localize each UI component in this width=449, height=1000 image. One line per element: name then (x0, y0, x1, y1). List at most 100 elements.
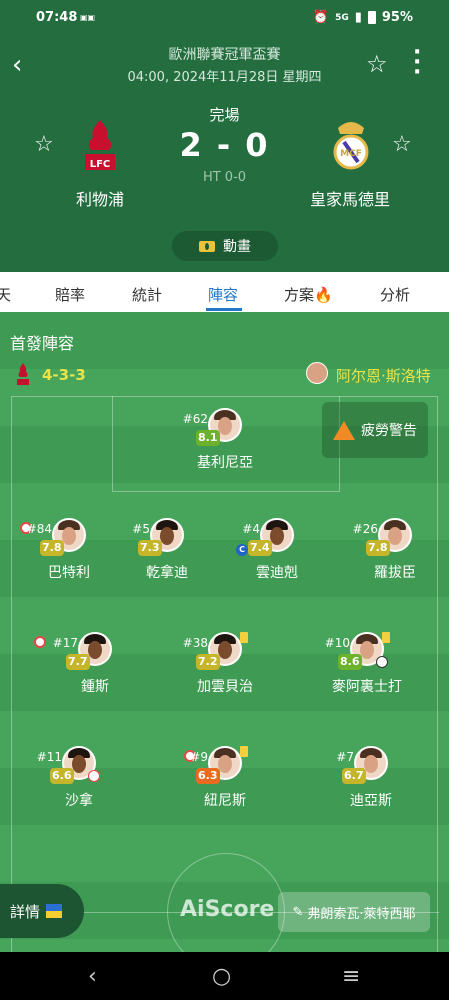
yellow-card-icon (240, 632, 248, 643)
fatigue-warning-button[interactable]: 疲勞警告 (322, 402, 428, 458)
active-tab-indicator (206, 308, 242, 311)
tab-analysis[interactable]: 分析 (380, 284, 410, 305)
player-rating: 7.8 (40, 540, 64, 556)
favorite-match-star-icon[interactable]: ☆ (366, 50, 388, 78)
player-name: 紐尼斯 (204, 793, 246, 809)
missed-penalty-icon (88, 770, 100, 782)
player-rating: 7.8 (366, 540, 390, 556)
coach-name[interactable]: 阿尔恩·斯洛特 (336, 365, 431, 386)
details-button[interactable]: 詳情 (0, 884, 84, 938)
player-number: #5 (132, 522, 150, 536)
starting-lineup-title: 首發陣容 (10, 334, 75, 353)
referee-name: 弗朗索瓦·萊特西耶 (307, 906, 416, 922)
svg-text:MCF: MCF (340, 149, 362, 159)
system-navigation-bar: ‹ ○ ≡ (0, 952, 449, 1000)
signal-icon: ▮ (354, 10, 362, 25)
player-name: 乾拿迪 (146, 565, 188, 581)
player-number: #17 (52, 636, 78, 650)
aiscore-watermark: AiScore (180, 897, 275, 922)
player-rating: 7.2 (196, 654, 220, 670)
player-card[interactable]: #62 8.1 基利尼亞 (170, 408, 280, 482)
player-number: #84 (26, 522, 52, 536)
player-rating: 7.3 (138, 540, 162, 556)
nav-back-icon[interactable]: ‹ (88, 964, 97, 989)
away-favorite-star-icon[interactable]: ☆ (392, 132, 412, 157)
alarm-icon: ⏰ (312, 10, 330, 25)
more-options-icon[interactable]: · · · (413, 42, 421, 84)
player-card[interactable]: #17 7.7 鍾斯 (34, 632, 150, 706)
match-header: ‹ 歐洲聯賽冠軍盃賽 04:00, 2024年11月28日 星期四 ☆ · · · … (0, 36, 449, 272)
player-number: #10 (324, 636, 350, 650)
pitch-icon (199, 240, 215, 252)
player-name: 迪亞斯 (350, 793, 392, 809)
player-number: #4 (242, 522, 260, 536)
fatigue-warning-label: 疲勞警告 (361, 423, 417, 439)
player-card[interactable]: #5 7.3 乾拿迪 (112, 518, 222, 592)
player-name: 鍾斯 (81, 679, 109, 695)
player-card[interactable]: #9 6.3 紐尼斯 (170, 746, 280, 820)
referee-badge[interactable]: ✎ 弗朗索瓦·萊特西耶 (278, 892, 430, 932)
player-name: 基利尼亞 (197, 455, 253, 471)
coach-avatar[interactable] (306, 362, 328, 384)
player-name: 麥阿裏士打 (332, 679, 402, 695)
warning-icon (333, 420, 355, 440)
network-type: 5G (335, 12, 349, 23)
tab-stats[interactable]: 統計 (132, 284, 162, 305)
player-name: 沙拿 (65, 793, 93, 809)
player-name: 雲迪剋 (256, 565, 298, 581)
liverpool-small-crest-icon (17, 363, 29, 385)
player-rating: 6.7 (342, 768, 366, 784)
away-team-name[interactable]: 皇家馬德里 (290, 186, 410, 210)
system-icons: ⏰ 5G ▮ 95% (313, 10, 413, 25)
status-bar: 07:48 ▣▣ ⏰ 5G ▮ 95% (0, 0, 449, 36)
home-team-name[interactable]: 利物浦 (40, 186, 160, 210)
player-name: 加雲貝治 (197, 679, 253, 695)
player-card[interactable]: #11 6.6 沙拿 (24, 746, 134, 820)
player-number: #38 (182, 636, 208, 650)
animation-button[interactable]: 動畫 (172, 231, 278, 261)
nav-home-icon[interactable]: ○ (212, 964, 231, 989)
app-notification-icon: ▣▣ (80, 13, 96, 22)
match-tabs: 天 賠率 統計 陣容 方案🔥 分析 (0, 272, 449, 312)
player-rating: 8.6 (338, 654, 362, 670)
player-number: #62 (182, 412, 208, 426)
player-card[interactable]: #26 7.8 羅拔臣 (340, 518, 449, 592)
player-name: 巴特利 (48, 565, 90, 581)
clock: 07:48 (36, 10, 78, 25)
half-time-score: HT 0-0 (202, 170, 247, 185)
player-rating: 6.3 (196, 768, 220, 784)
captain-badge: C (236, 544, 248, 556)
player-card[interactable]: #7 6.7 迪亞斯 (316, 746, 426, 820)
lineup-pitch: 首發陣容 4-3-3 阿尔恩·斯洛特 疲勞警告 #62 8.1 基利尼亞 #84… (0, 312, 449, 971)
details-label: 詳情 (10, 902, 41, 921)
battery-icon (367, 11, 376, 24)
flag-icon (46, 904, 63, 918)
battery-level: 95% (381, 10, 413, 25)
player-rating: 7.4 (248, 540, 272, 556)
player-number: #7 (336, 750, 354, 764)
player-name: 羅拔臣 (374, 565, 416, 581)
final-score: 2 - 0 (179, 126, 270, 164)
goal-ball-icon (376, 656, 388, 668)
player-card[interactable]: #38 7.2 加雲貝治 (170, 632, 280, 706)
player-rating: 8.1 (196, 430, 220, 446)
player-card[interactable]: #10 8.6 麥阿裏士打 (312, 632, 422, 706)
player-rating: 6.6 (50, 768, 74, 784)
player-rating: 7.7 (66, 654, 90, 670)
yellow-card-icon (240, 746, 248, 757)
player-number: #11 (36, 750, 62, 764)
animation-label: 動畫 (223, 239, 251, 255)
yellow-card-icon (382, 632, 390, 643)
tab-odds[interactable]: 賠率 (55, 284, 85, 305)
match-status: 完場 (209, 106, 240, 124)
tab-lineup[interactable]: 陣容 (208, 284, 238, 305)
player-number: #9 (190, 750, 208, 764)
player-card[interactable]: #84 7.8 巴特利 (14, 518, 124, 592)
formation-label: 4-3-3 (42, 366, 86, 384)
tab-partial[interactable]: 天 (0, 284, 11, 305)
player-card[interactable]: #4 C 7.4 雲迪剋 (222, 518, 332, 592)
real-madrid-crest-icon[interactable]: MCF (326, 116, 376, 176)
player-number: #26 (352, 522, 378, 536)
tab-tips[interactable]: 方案🔥 (284, 284, 333, 305)
nav-recents-icon[interactable]: ≡ (342, 964, 360, 989)
